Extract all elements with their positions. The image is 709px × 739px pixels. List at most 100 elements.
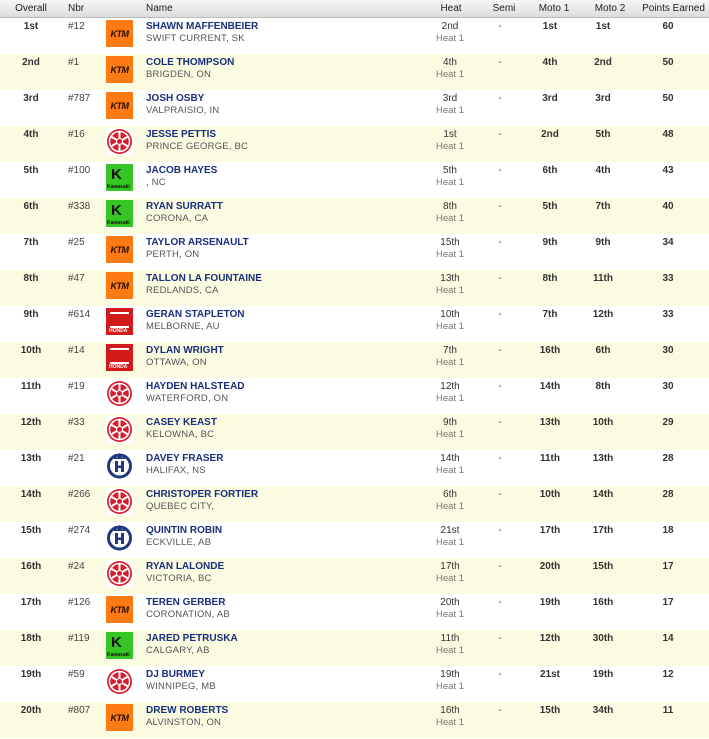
semi-result: -: [498, 525, 502, 536]
rider-number: #787: [68, 93, 91, 104]
moto2-result: 10th: [592, 417, 614, 428]
semi-result: -: [498, 453, 502, 464]
moto2-result: 6th: [595, 345, 611, 356]
heat-label: Heat 1: [436, 321, 464, 332]
rider-name[interactable]: TALLON LA FOUNTAINE: [146, 273, 262, 284]
overall-position: 5th: [23, 165, 39, 176]
overall-position: 14th: [20, 489, 42, 500]
header-overall[interactable]: Overall: [0, 0, 62, 17]
yamaha-logo-icon: [106, 416, 133, 443]
points-earned: 28: [662, 453, 674, 464]
header-heat[interactable]: Heat: [406, 0, 482, 17]
heat-result: 8th: [443, 201, 457, 212]
rider-name[interactable]: COLE THOMPSON: [146, 57, 234, 68]
rider-hometown: MELBORNE, AU: [146, 321, 220, 332]
heat-label: Heat 1: [436, 429, 464, 440]
table-row: 20th #807 KTM DREW ROBERTS ALVINSTON, ON…: [0, 702, 709, 738]
rider-name[interactable]: QUINTIN ROBIN: [146, 525, 222, 536]
points-earned: 60: [662, 21, 674, 32]
rider-hometown: REDLANDS, CA: [146, 285, 219, 296]
rider-name[interactable]: JESSE PETTIS: [146, 129, 216, 140]
rider-name[interactable]: JOSH OSBY: [146, 93, 204, 104]
heat-result: 5th: [443, 165, 457, 176]
moto1-result: 11th: [539, 453, 560, 464]
semi-result: -: [498, 633, 502, 644]
overall-position: 12th: [20, 417, 42, 428]
moto1-result: 5th: [542, 201, 558, 212]
header-moto2[interactable]: Moto 2: [582, 0, 638, 17]
table-row: 9th #614 HONDA GERAN STAPLETON MELBORNE,…: [0, 306, 709, 342]
heat-result: 11th: [440, 633, 460, 644]
moto2-result: 3rd: [595, 93, 611, 104]
moto1-result: 13th: [539, 417, 561, 428]
semi-result: -: [498, 93, 502, 104]
heat-label: Heat 1: [436, 645, 464, 656]
rider-name[interactable]: DYLAN WRIGHT: [146, 345, 224, 356]
table-row: 5th #100 K Kawasaki JACOB HAYES , NC 5th …: [0, 162, 709, 198]
table-row: 16th #24 RYAN LALONDE VICTORIA, BC 17th …: [0, 558, 709, 594]
moto2-result: 17th: [592, 525, 614, 536]
heat-result: 2nd: [441, 21, 459, 32]
heat-result: 6th: [443, 489, 457, 500]
rider-name[interactable]: TAYLOR ARSENAULT: [146, 237, 249, 248]
rider-name[interactable]: RYAN SURRATT: [146, 201, 223, 212]
moto2-result: 9th: [595, 237, 611, 248]
kawasaki-logo-icon: K Kawasaki: [106, 200, 133, 227]
rider-name[interactable]: CHRISTOPER FORTIER: [146, 489, 258, 500]
rider-name[interactable]: HAYDEN HALSTEAD: [146, 381, 245, 392]
rider-hometown: WATERFORD, ON: [146, 393, 229, 404]
rider-number: #12: [68, 21, 85, 32]
rider-name[interactable]: SHAWN MAFFENBEIER: [146, 21, 258, 32]
rider-name[interactable]: RYAN LALONDE: [146, 561, 224, 572]
ktm-logo-icon: KTM: [106, 272, 133, 299]
rider-name[interactable]: JARED PETRUSKA: [146, 633, 238, 644]
moto1-result: 6th: [542, 165, 558, 176]
rider-name[interactable]: TEREN GERBER: [146, 597, 225, 608]
semi-result: -: [498, 489, 502, 500]
rider-number: #47: [68, 273, 85, 284]
heat-label: Heat 1: [436, 105, 464, 116]
ktm-logo-icon: KTM: [106, 92, 133, 119]
heat-label: Heat 1: [436, 177, 464, 188]
points-earned: 48: [662, 129, 674, 140]
overall-position: 1st: [23, 21, 39, 32]
overall-position: 9th: [23, 309, 39, 320]
rider-number: #266: [68, 489, 91, 500]
rider-number: #19: [68, 381, 85, 392]
points-earned: 34: [662, 237, 674, 248]
heat-label: Heat 1: [436, 681, 464, 692]
moto1-result: 7th: [542, 309, 558, 320]
moto1-result: 14th: [539, 381, 561, 392]
rider-name[interactable]: DJ BURMEY: [146, 669, 205, 680]
rider-name[interactable]: CASEY KEAST: [146, 417, 217, 428]
heat-result: 9th: [443, 417, 457, 428]
table-header: Overall Nbr Name Heat Semi Moto 1 Moto 2…: [0, 0, 709, 18]
heat-label: Heat 1: [436, 141, 464, 152]
semi-result: -: [498, 57, 502, 68]
rider-name[interactable]: DREW ROBERTS: [146, 705, 228, 716]
rider-name[interactable]: DAVEY FRASER: [146, 453, 223, 464]
rider-number: #14: [68, 345, 85, 356]
heat-result: 14th: [440, 453, 460, 464]
ktm-logo-icon: KTM: [106, 704, 133, 731]
rider-number: #807: [68, 705, 91, 716]
table-row: 1st #12 KTM SHAWN MAFFENBEIER SWIFT CURR…: [0, 18, 709, 54]
points-earned: 30: [662, 345, 674, 356]
heat-label: Heat 1: [436, 393, 464, 404]
rider-name[interactable]: JACOB HAYES: [146, 165, 217, 176]
rider-name[interactable]: GERAN STAPLETON: [146, 309, 245, 320]
heat-label: Heat 1: [436, 609, 464, 620]
header-name[interactable]: Name: [106, 0, 406, 17]
moto1-result: 1st: [542, 21, 558, 32]
header-points[interactable]: Points Earned: [638, 0, 709, 17]
moto2-result: 4th: [595, 165, 611, 176]
header-moto1[interactable]: Moto 1: [526, 0, 582, 17]
header-nbr[interactable]: Nbr: [62, 0, 106, 17]
semi-result: -: [498, 129, 502, 140]
points-earned: 28: [662, 489, 674, 500]
header-semi[interactable]: Semi: [482, 0, 526, 17]
overall-position: 4th: [23, 129, 39, 140]
heat-label: Heat 1: [436, 285, 464, 296]
semi-result: -: [498, 237, 502, 248]
moto2-result: 2nd: [594, 57, 612, 68]
